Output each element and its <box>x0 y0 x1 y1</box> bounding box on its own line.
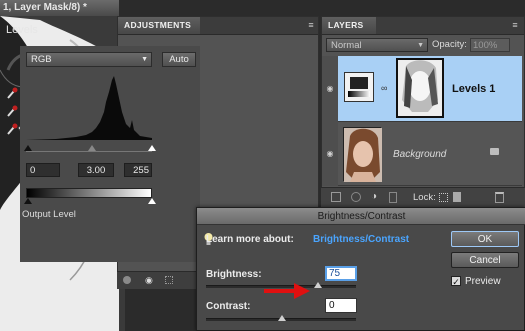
contrast-field[interactable]: 0 <box>325 298 357 313</box>
link-layers-icon[interactable] <box>389 192 397 203</box>
auto-button[interactable]: Auto <box>162 52 196 67</box>
layers-footer: ◑ Lock: <box>321 187 525 207</box>
panel-menu-icon[interactable]: ≡ <box>304 20 318 31</box>
dialog-title: Brightness/Contrast <box>197 208 525 225</box>
layer-mask-thumbnail[interactable] <box>396 58 444 118</box>
black-eyedropper-icon[interactable] <box>6 86 18 100</box>
contrast-slider-thumb[interactable] <box>278 315 286 321</box>
gray-eyedropper-icon[interactable] <box>6 104 18 118</box>
link-icon[interactable]: ∞ <box>381 83 387 93</box>
adjustment-title: Levels <box>6 24 38 36</box>
layers-menu-icon[interactable]: ≡ <box>508 20 522 31</box>
preview-checkbox[interactable]: ✓ <box>451 276 461 287</box>
output-black-slider[interactable] <box>24 198 32 204</box>
fill-adjustment-icon[interactable]: ◑ <box>371 191 377 202</box>
brightness-slider-thumb[interactable] <box>314 282 322 288</box>
input-gamma-field[interactable]: 3.00 <box>78 163 114 177</box>
tab-layers[interactable]: LAYERS <box>322 17 376 34</box>
opacity-label: Opacity: <box>432 39 467 50</box>
cancel-button[interactable]: Cancel <box>451 252 519 268</box>
layer-thumbnail <box>343 127 382 182</box>
learn-more-link[interactable]: Brightness/Contrast <box>313 234 409 245</box>
document-tab[interactable]: 1, Layer Mask/8) * <box>0 0 119 16</box>
layer-visibility-col: ◉ <box>322 56 338 122</box>
chevron-down-icon: ▼ <box>417 42 424 49</box>
contrast-label: Contrast: <box>206 301 251 312</box>
levels-histogram <box>26 76 152 140</box>
lock-label: Lock: <box>413 192 436 203</box>
adjustment-layer-icon <box>344 72 374 102</box>
channel-value: RGB <box>31 54 52 65</box>
lock-transparent-icon[interactable] <box>439 193 448 202</box>
output-white-slider[interactable] <box>148 198 156 204</box>
blend-mode-select[interactable]: Normal ▼ <box>326 38 428 52</box>
clip-icon[interactable] <box>165 276 173 284</box>
input-black-field[interactable]: 0 <box>26 163 60 177</box>
channel-select[interactable]: RGB ▼ <box>26 52 152 67</box>
eye-icon[interactable]: ◉ <box>324 85 336 93</box>
ok-button[interactable]: OK <box>451 231 519 247</box>
opacity-field[interactable]: 100% <box>470 38 510 52</box>
brightness-label: Brightness: <box>206 269 262 280</box>
learn-more-text: Learn more about: <box>206 234 294 245</box>
back-icon[interactable] <box>123 276 131 284</box>
layer-name: Levels 1 <box>452 83 496 95</box>
input-slider-track <box>26 151 152 152</box>
input-white-field[interactable]: 255 <box>124 163 152 177</box>
trash-icon[interactable] <box>495 192 504 203</box>
tab-adjustments[interactable]: ADJUSTMENTS <box>118 17 200 34</box>
chevron-down-icon: ▼ <box>141 56 148 63</box>
new-group-icon[interactable] <box>351 192 361 202</box>
eye-icon[interactable]: ◉ <box>324 150 336 158</box>
lock-icon <box>490 148 499 155</box>
layer-row-levels[interactable]: ∞ Levels 1 <box>338 56 522 122</box>
white-eyedropper-icon[interactable] <box>6 122 18 136</box>
layer-row-background[interactable]: Background <box>338 122 522 186</box>
output-gradient <box>26 188 152 198</box>
lock-all-icon[interactable] <box>453 192 461 202</box>
annotation-arrow-icon <box>264 283 310 299</box>
visibility-eye-icon[interactable]: ◉ <box>145 275 153 286</box>
blend-mode-value: Normal <box>331 40 362 51</box>
brightness-field[interactable]: 75 <box>325 266 357 281</box>
layer-visibility-col: ◉ <box>322 122 338 186</box>
new-layer-icon[interactable] <box>331 192 341 202</box>
output-levels-label: Output Level <box>22 209 76 220</box>
preview-label: Preview <box>465 276 501 287</box>
layer-name: Background <box>393 149 447 160</box>
